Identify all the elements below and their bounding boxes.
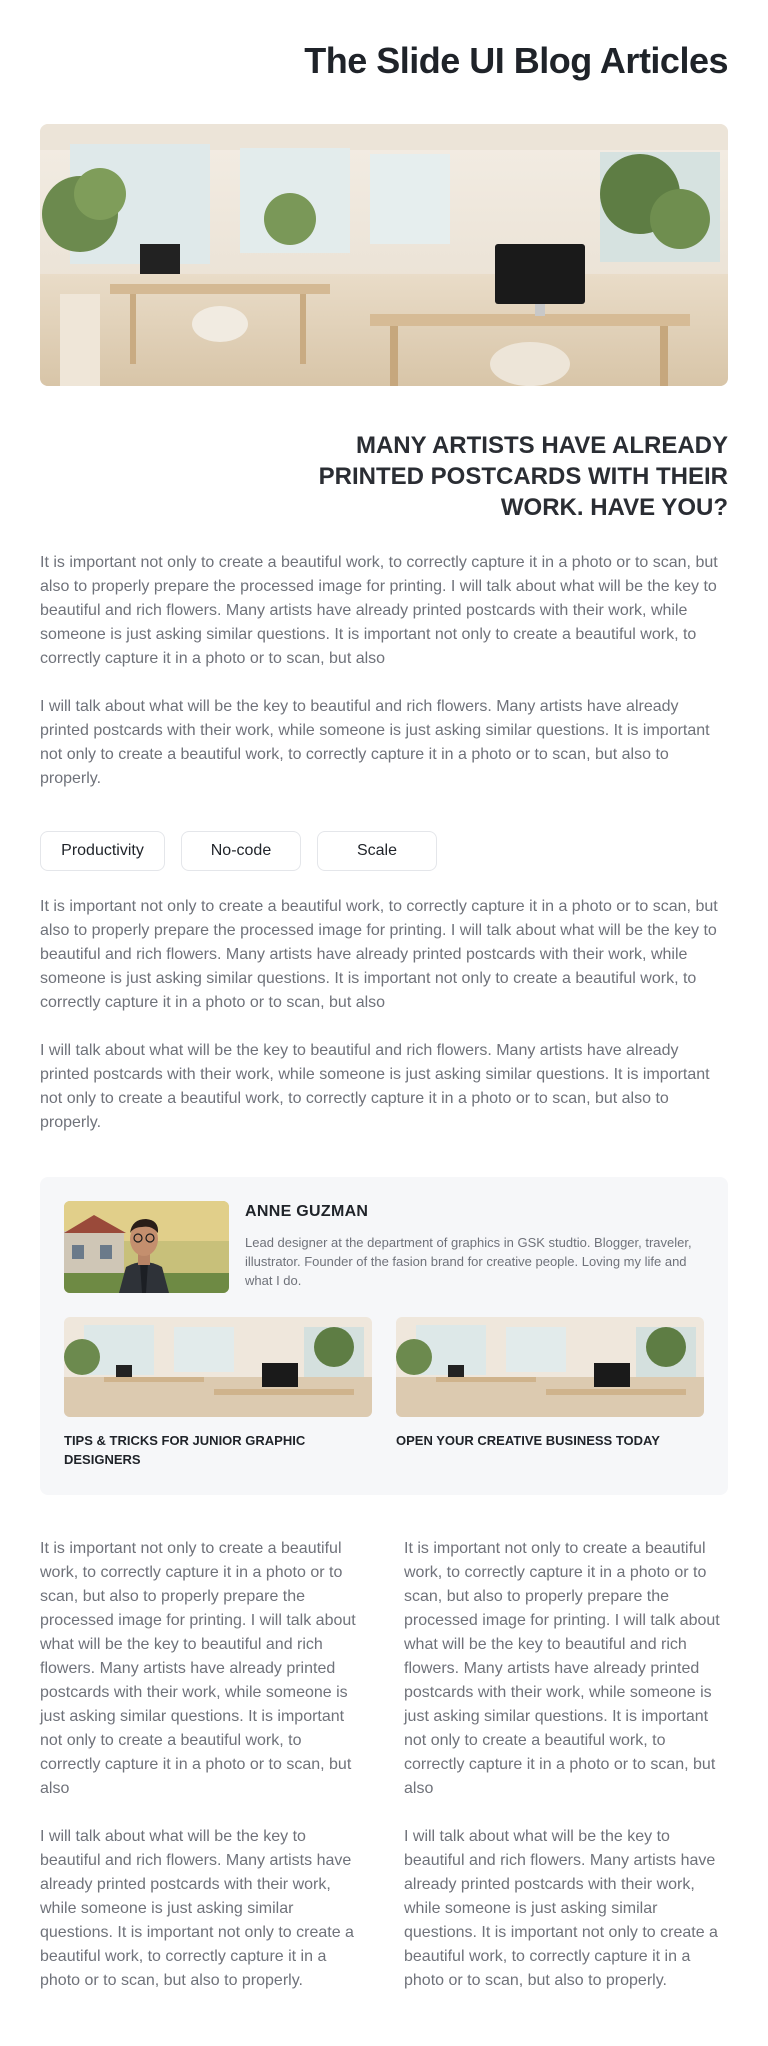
article-heading: MANY ARTISTS HAVE ALREADY PRINTED POSTCA… bbox=[318, 432, 728, 521]
avatar bbox=[64, 1201, 229, 1293]
office-photo bbox=[64, 1317, 372, 1417]
two-column-text: It is important not only to create a bea… bbox=[40, 1537, 728, 1993]
related-article-image[interactable] bbox=[64, 1317, 372, 1417]
text-column-right: It is important not only to create a bea… bbox=[404, 1537, 728, 1993]
author-name: ANNE GUZMAN bbox=[245, 1203, 369, 1220]
blog-title: The Slide UI Blog Articles bbox=[304, 40, 728, 81]
related-article[interactable]: TIPS & TRICKS FOR JUNIOR GRAPHIC DESIGNE… bbox=[64, 1317, 372, 1469]
article-paragraph: It is important not only to create a bea… bbox=[404, 1540, 720, 1797]
related-articles: TIPS & TRICKS FOR JUNIOR GRAPHIC DESIGNE… bbox=[64, 1317, 704, 1469]
office-photo bbox=[396, 1317, 704, 1417]
tag-productivity[interactable]: Productivity bbox=[40, 831, 165, 871]
related-article-image[interactable] bbox=[396, 1317, 704, 1417]
article-paragraph: I will talk about what will be the key t… bbox=[40, 1042, 710, 1131]
article-paragraph: I will talk about what will be the key t… bbox=[40, 1828, 354, 1989]
related-article-title[interactable]: OPEN YOUR CREATIVE BUSINESS TODAY bbox=[396, 1431, 704, 1450]
author-photo bbox=[64, 1201, 229, 1293]
text-column-left: It is important not only to create a bea… bbox=[40, 1537, 364, 1993]
related-article-title[interactable]: TIPS & TRICKS FOR JUNIOR GRAPHIC DESIGNE… bbox=[64, 1431, 372, 1469]
article-paragraph: It is important not only to create a bea… bbox=[40, 898, 718, 1011]
author-card: ANNE GUZMAN Lead designer at the departm… bbox=[40, 1177, 728, 1495]
tag-no-code[interactable]: No-code bbox=[181, 831, 301, 871]
author-bio: Lead designer at the department of graph… bbox=[245, 1235, 692, 1288]
article-paragraph: It is important not only to create a bea… bbox=[40, 554, 718, 667]
article-paragraph: I will talk about what will be the key t… bbox=[404, 1828, 718, 1989]
tag-scale[interactable]: Scale bbox=[317, 831, 437, 871]
article-paragraph: I will talk about what will be the key t… bbox=[40, 698, 710, 787]
article-paragraph: It is important not only to create a bea… bbox=[40, 1540, 356, 1797]
related-article[interactable]: OPEN YOUR CREATIVE BUSINESS TODAY bbox=[396, 1317, 704, 1469]
office-photo bbox=[40, 124, 728, 386]
blog-page: The Slide UI Blog Articles MANY ARTISTS … bbox=[0, 0, 768, 1993]
hero-image bbox=[40, 124, 728, 386]
tag-list: Productivity No-code Scale bbox=[40, 831, 728, 871]
